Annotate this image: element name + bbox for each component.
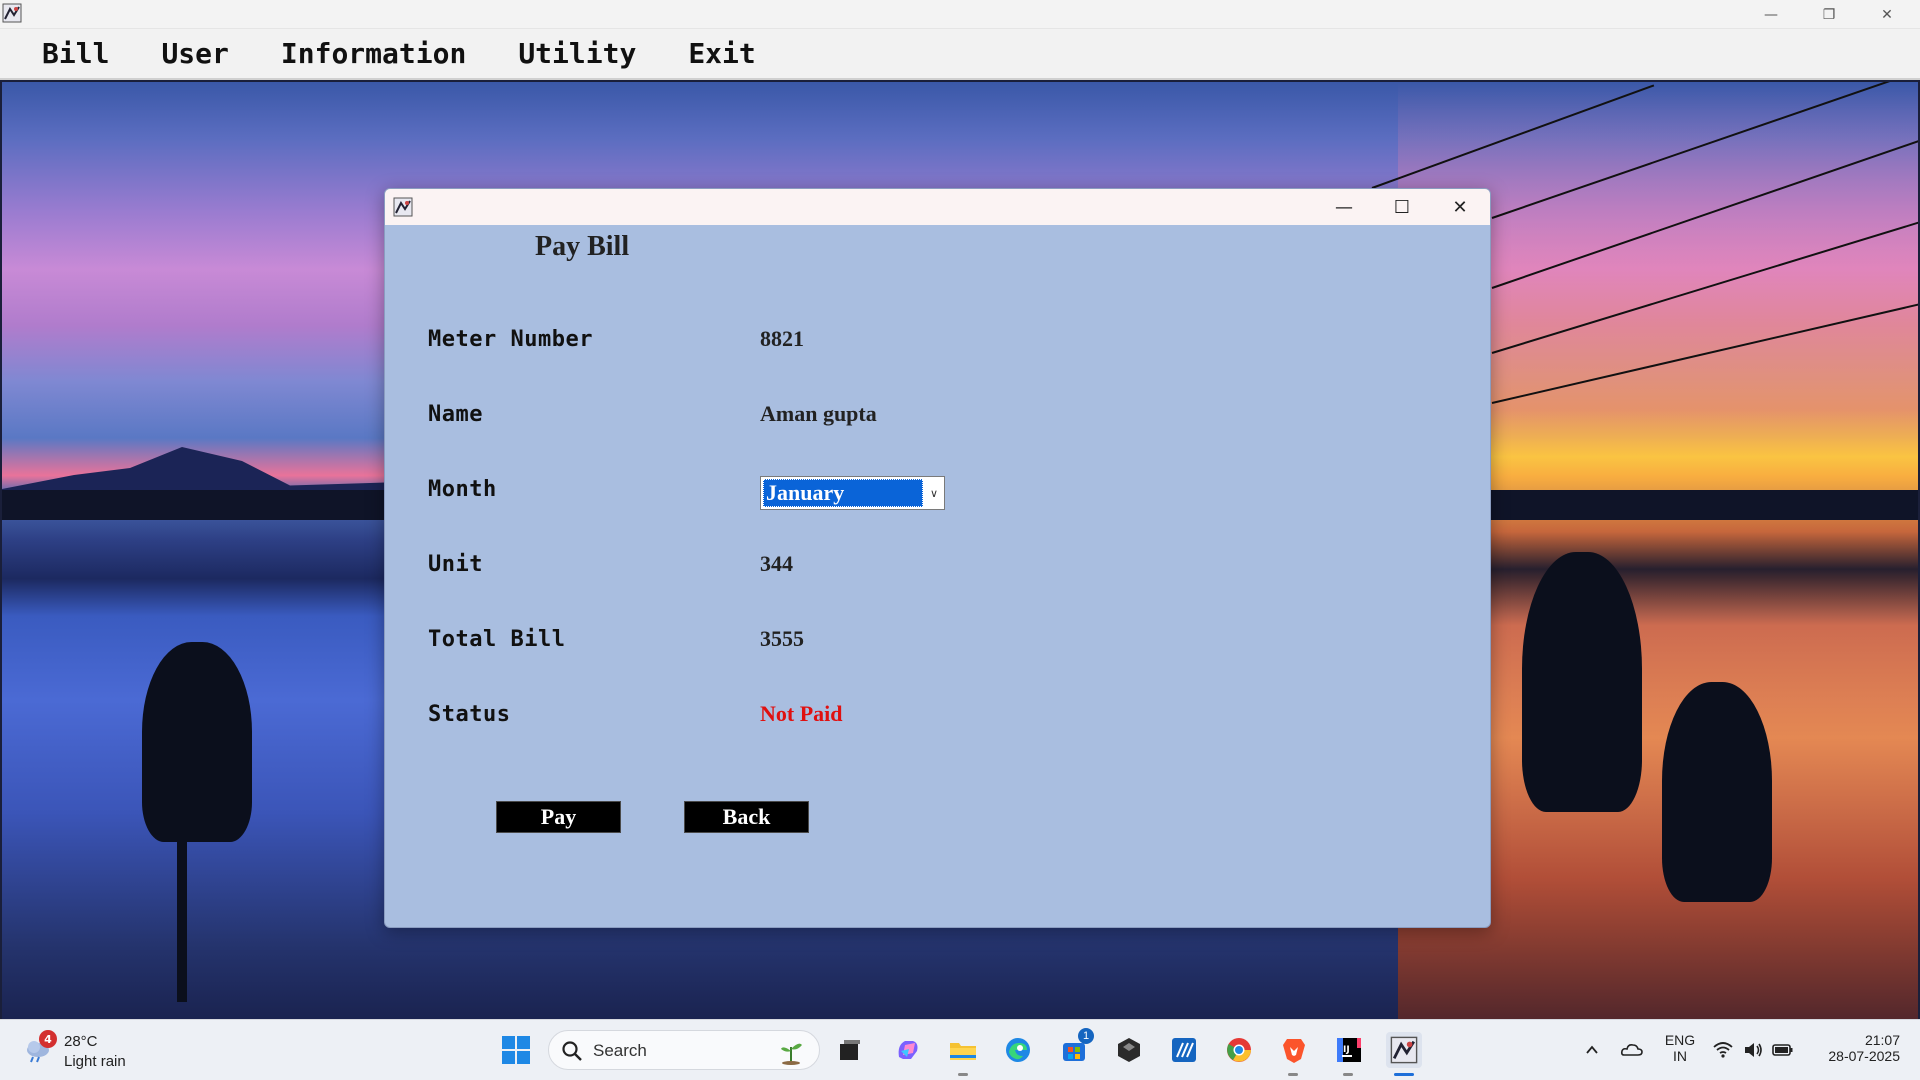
- app-icon: [2, 3, 22, 23]
- intellij-icon[interactable]: IJ: [1331, 1032, 1367, 1068]
- tree-silhouette: [142, 642, 252, 842]
- weather-temp: 28°C: [64, 1033, 98, 1050]
- search-placeholder: Search: [593, 1041, 647, 1060]
- volume-icon[interactable]: [1738, 1032, 1768, 1068]
- chevron-down-icon[interactable]: ∨: [924, 477, 944, 509]
- search-icon: [562, 1041, 582, 1061]
- store-badge: 1: [1078, 1028, 1094, 1044]
- running-indicator: [958, 1073, 968, 1076]
- onedrive-icon[interactable]: [1614, 1032, 1650, 1068]
- menu-exit[interactable]: Exit: [688, 37, 755, 70]
- battery-icon[interactable]: [1768, 1032, 1798, 1068]
- start-icon[interactable]: [498, 1032, 534, 1068]
- month-select[interactable]: January ∨: [760, 476, 945, 510]
- menu-information[interactable]: Information: [281, 37, 466, 70]
- language-indicator[interactable]: ENG IN: [1660, 1032, 1700, 1064]
- meter-number-value: 8821: [760, 326, 804, 351]
- weather-widget[interactable]: 4 28°C Light rain: [20, 1030, 160, 1074]
- java-app-icon[interactable]: [1386, 1032, 1422, 1068]
- status-label: Status: [428, 702, 511, 727]
- running-indicator: [1288, 1073, 1298, 1076]
- active-indicator: [1394, 1073, 1414, 1076]
- vscode-like-icon[interactable]: [1166, 1032, 1202, 1068]
- minimize-icon[interactable]: —: [1315, 189, 1373, 225]
- menu-user[interactable]: User: [161, 37, 228, 70]
- close-icon[interactable]: ✕: [1858, 0, 1916, 29]
- total-bill-value: 3555: [760, 626, 804, 651]
- back-button[interactable]: Back: [684, 801, 809, 833]
- edge-icon[interactable]: [1000, 1032, 1036, 1068]
- task-view-icon[interactable]: [832, 1032, 868, 1068]
- file-explorer-icon[interactable]: [945, 1032, 981, 1068]
- chrome-icon[interactable]: [1221, 1032, 1257, 1068]
- brave-icon[interactable]: [1276, 1032, 1312, 1068]
- clock[interactable]: 21:07 28-07-2025: [1814, 1032, 1900, 1064]
- tree-silhouette: [1522, 552, 1642, 812]
- app-titlebar: — ❐ ✕: [0, 0, 1920, 29]
- weather-condition: Light rain: [64, 1053, 126, 1070]
- minimize-icon[interactable]: —: [1742, 0, 1800, 29]
- taskbar: 4 28°C Light rain Search 1 IJ ENG IN 21:…: [0, 1019, 1920, 1080]
- running-indicator: [1343, 1073, 1353, 1076]
- weather-badge: 4: [39, 1030, 57, 1048]
- wifi-icon[interactable]: [1708, 1032, 1738, 1068]
- language-line-1: ENG: [1664, 1032, 1696, 1048]
- language-line-2: IN: [1673, 1048, 1687, 1064]
- menu-bill[interactable]: Bill: [42, 37, 109, 70]
- copilot-icon[interactable]: [890, 1032, 926, 1068]
- store-icon[interactable]: 1: [1056, 1028, 1094, 1068]
- pay-bill-dialog: — ☐ ✕ Pay Bill Meter Number 8821 Name Am…: [384, 188, 1491, 928]
- taskbar-search[interactable]: Search: [548, 1030, 820, 1070]
- plant-icon: [781, 1043, 802, 1065]
- restore-icon[interactable]: ❐: [1800, 0, 1858, 29]
- svg-text:IJ: IJ: [1343, 1045, 1350, 1055]
- page-title: Pay Bill: [535, 231, 630, 262]
- total-bill-label: Total Bill: [428, 627, 566, 652]
- unit-label: Unit: [428, 552, 483, 577]
- month-label: Month: [428, 477, 497, 502]
- tree-trunk: [177, 822, 187, 1002]
- pay-button[interactable]: Pay: [496, 801, 621, 833]
- meter-number-label: Meter Number: [428, 327, 593, 352]
- name-label: Name: [428, 402, 483, 427]
- menu-utility[interactable]: Utility: [518, 37, 636, 70]
- app-icon: [393, 197, 413, 217]
- clock-time: 21:07: [1864, 1032, 1900, 1048]
- clock-date: 28-07-2025: [1828, 1048, 1900, 1064]
- maximize-icon[interactable]: ☐: [1373, 189, 1431, 225]
- name-value: Aman gupta: [760, 401, 877, 426]
- tree-silhouette: [1662, 682, 1772, 902]
- unit-value: 344: [760, 551, 793, 576]
- unity-icon[interactable]: [1111, 1032, 1147, 1068]
- status-value: Not Paid: [760, 701, 843, 726]
- dialog-titlebar: — ☐ ✕: [385, 189, 1490, 225]
- chevron-up-icon[interactable]: [1574, 1032, 1610, 1068]
- menu-bar: Bill User Information Utility Exit: [0, 29, 1920, 80]
- close-icon[interactable]: ✕: [1431, 189, 1489, 225]
- month-select-value: January: [763, 479, 923, 507]
